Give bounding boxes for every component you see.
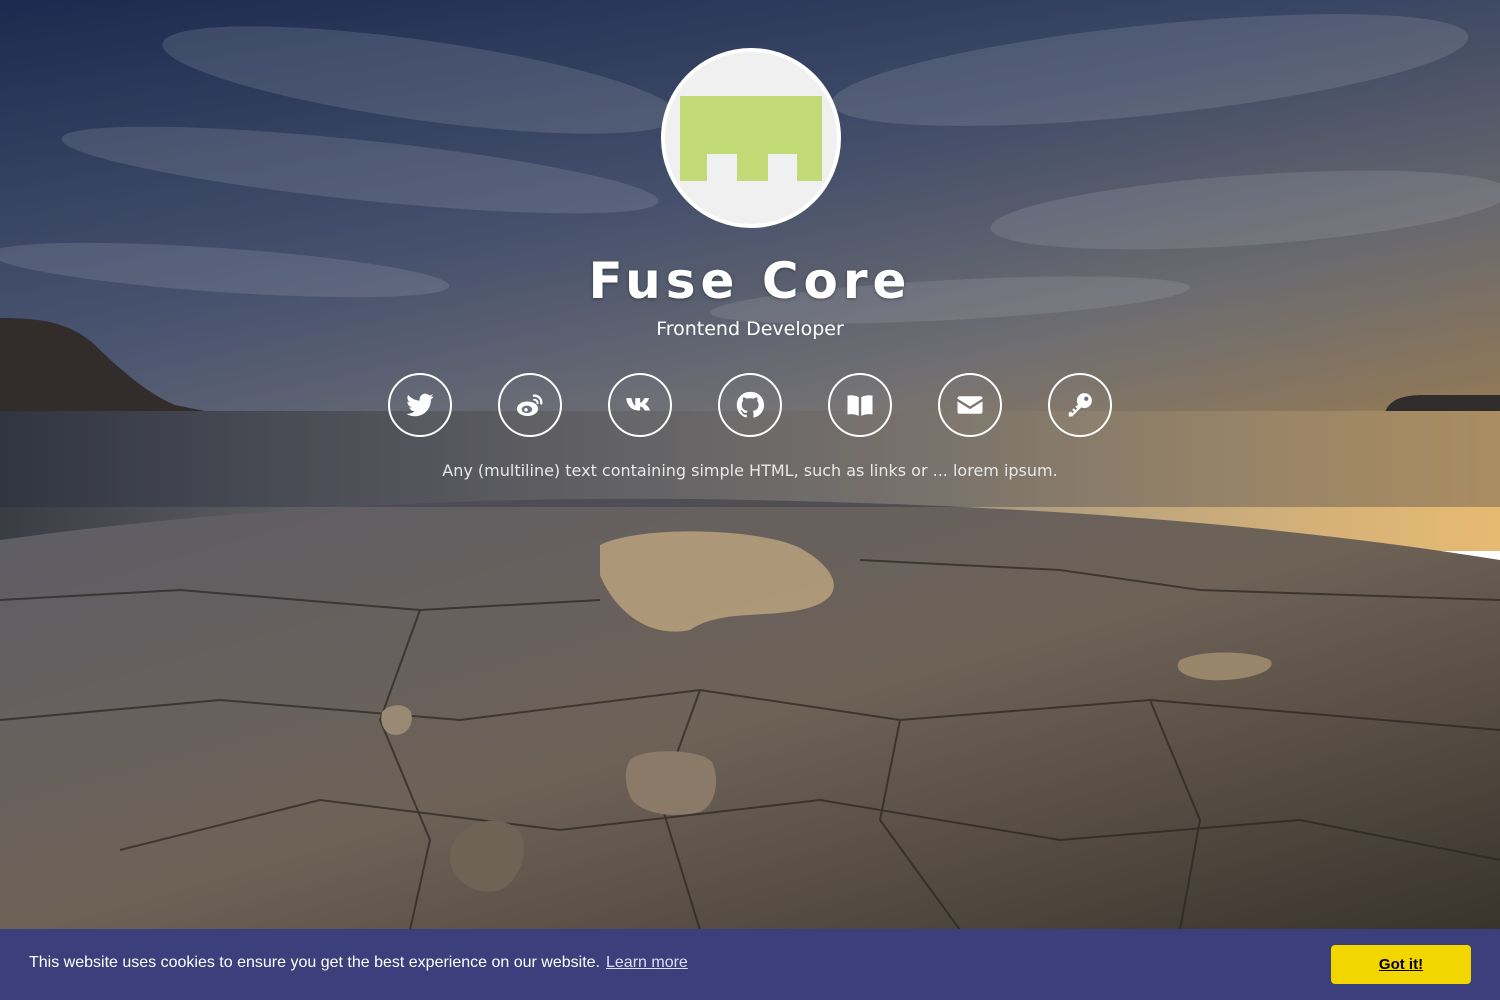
vk-link[interactable] [608, 373, 672, 437]
twitter-link[interactable] [388, 373, 452, 437]
cookie-message-container: This website uses cookies to ensure you … [29, 954, 688, 972]
key-link[interactable] [1048, 373, 1112, 437]
profile-name: Fuse Core [588, 252, 912, 310]
twitter-icon [406, 393, 434, 417]
github-icon [736, 391, 765, 418]
profile-role: Frontend Developer [656, 318, 844, 340]
vk-icon [626, 398, 650, 411]
cookie-consent-bar: This website uses cookies to ensure you … [0, 929, 1500, 1000]
fuse-core-logo [680, 96, 822, 181]
book-icon [847, 395, 873, 416]
learn-more-link[interactable]: Learn more [606, 954, 688, 971]
cookie-message: This website uses cookies to ensure you … [29, 954, 600, 971]
github-link[interactable] [718, 373, 782, 437]
profile-header: Fuse Core Frontend Developer Any (multil… [0, 0, 1500, 507]
accept-cookies-button[interactable]: Got it! [1331, 945, 1471, 984]
book-link[interactable] [828, 373, 892, 437]
weibo-icon [516, 394, 543, 416]
key-icon [1068, 393, 1092, 417]
envelope-icon [957, 396, 983, 414]
weibo-link[interactable] [498, 373, 562, 437]
email-link[interactable] [938, 373, 1002, 437]
avatar [661, 48, 841, 228]
profile-tagline: Any (multiline) text containing simple H… [442, 461, 1058, 480]
social-links [388, 373, 1112, 437]
